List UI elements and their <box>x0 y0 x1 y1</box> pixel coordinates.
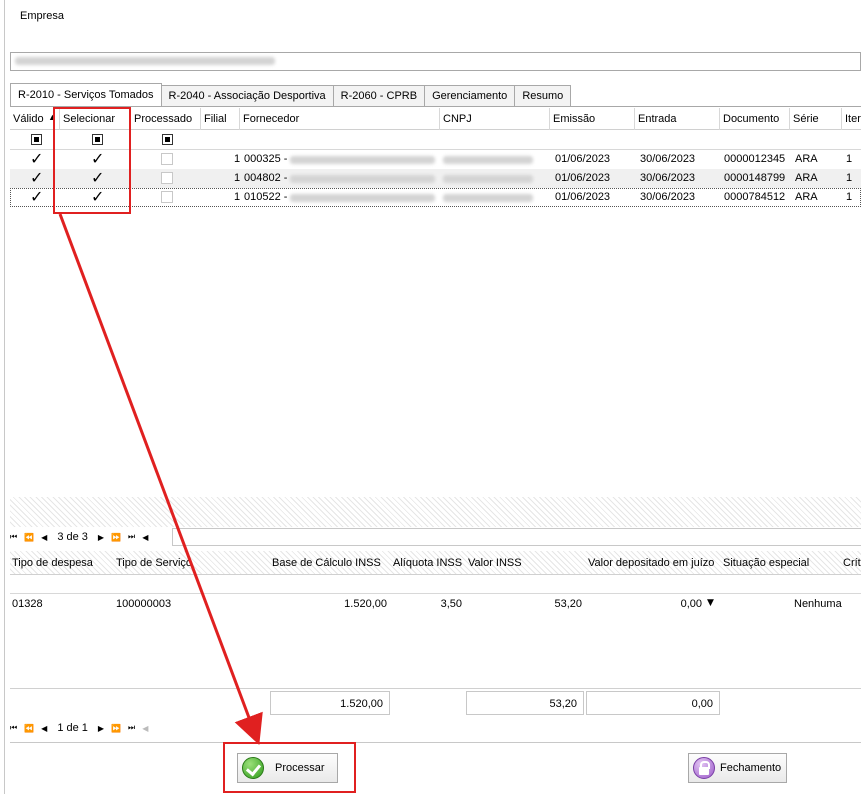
annotation-arrow <box>58 213 263 746</box>
tab-r2010[interactable]: R-2010 - Serviços Tomados <box>10 83 162 106</box>
arrow-line <box>58 213 263 746</box>
